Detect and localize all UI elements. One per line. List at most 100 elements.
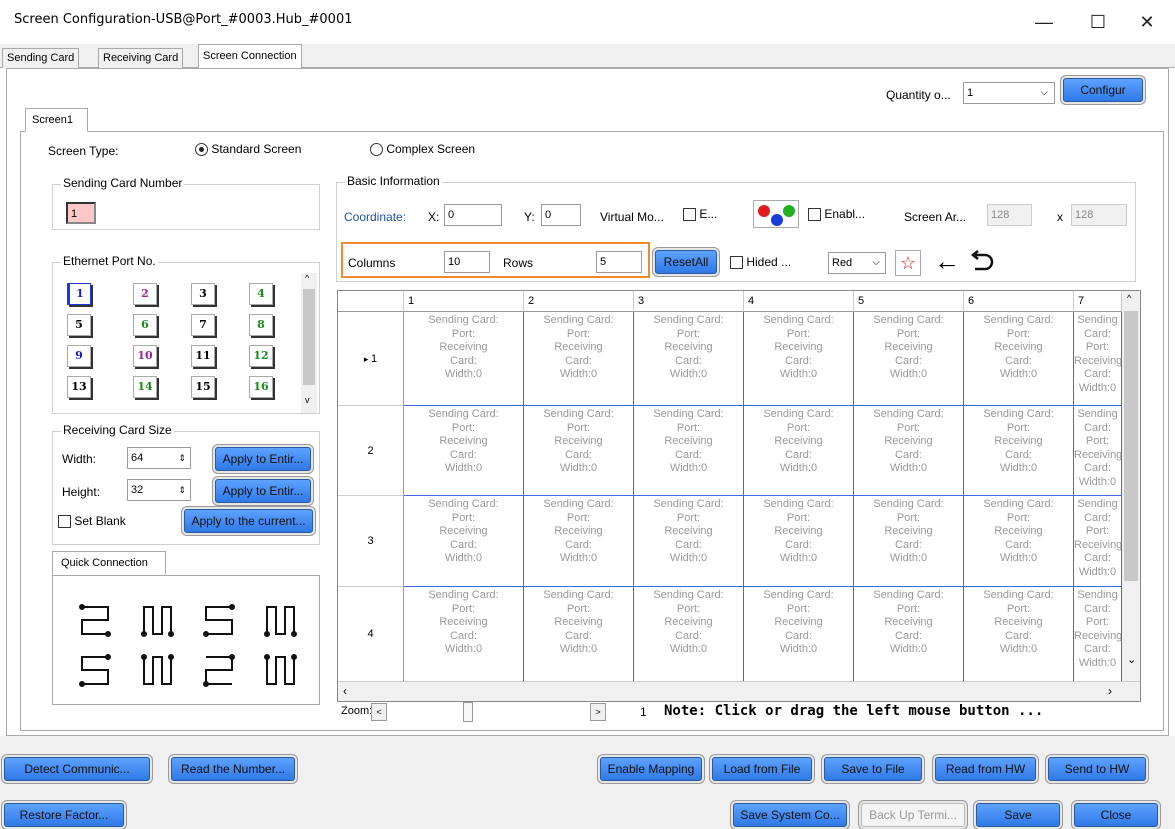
scroll-up-icon[interactable]: ^ xyxy=(305,273,309,283)
grid-cell[interactable]: Sending Card: Port: Receiving Card: Width:0 xyxy=(964,312,1074,406)
tab-screen-connection[interactable]: Screen Connection xyxy=(198,44,302,69)
set-blank-checkbox[interactable]: Set Blank xyxy=(58,514,126,529)
zoom-slider-thumb[interactable] xyxy=(463,702,473,722)
load-from-file-button[interactable]: Load from File xyxy=(712,757,812,781)
maximize-icon[interactable]: ☐ xyxy=(1075,6,1121,38)
scroll-thumb[interactable] xyxy=(1124,311,1138,581)
grid-column-header[interactable]: 6 xyxy=(964,291,1074,312)
ethernet-port-4[interactable]: 4 xyxy=(249,283,273,305)
height-input[interactable]: 32 ⇕ xyxy=(127,479,191,501)
grid-cell[interactable]: Sending Card: Port: Receiving Card: Width:0 xyxy=(744,587,854,682)
ethernet-port-13[interactable]: 13 xyxy=(67,376,91,398)
standard-screen-radio[interactable]: Standard Screen xyxy=(195,142,301,157)
complex-screen-radio[interactable]: Complex Screen xyxy=(370,142,475,157)
detect-communication-button[interactable]: Detect Communic... xyxy=(4,757,150,781)
grid-row-header[interactable]: 2 xyxy=(338,406,404,496)
tab-receiving-card[interactable]: Receiving Card xyxy=(98,48,184,68)
grid-cell[interactable]: Sending Card: Port: Receiving Card: Width:0 xyxy=(854,587,964,682)
ethernet-port-9[interactable]: 9 xyxy=(67,345,91,367)
reset-all-button[interactable]: ResetAll xyxy=(655,250,717,274)
grid-column-header[interactable]: 2 xyxy=(524,291,634,312)
enable-checkbox[interactable]: Enabl... xyxy=(808,207,865,222)
e-checkbox[interactable]: E... xyxy=(683,207,717,222)
restore-factory-button[interactable]: Restore Factor... xyxy=(4,803,124,827)
ethernet-port-10[interactable]: 10 xyxy=(133,345,157,367)
grid-row-header[interactable]: ▸ 1 xyxy=(338,312,404,406)
spinner-icon[interactable]: ⇕ xyxy=(178,480,186,500)
grid-cell[interactable]: Sending Card: Port: Receiving Card: Width:0 xyxy=(964,587,1074,682)
scroll-thumb[interactable] xyxy=(303,289,315,385)
columns-input[interactable]: 10 xyxy=(444,251,490,273)
save-button[interactable]: Save xyxy=(976,803,1060,827)
grid-cell[interactable]: Sending Card: Port: Receiving Card: Width:0 xyxy=(1074,587,1122,682)
close-icon[interactable]: ✕ xyxy=(1124,6,1170,38)
color-dots-icon[interactable] xyxy=(753,200,799,228)
grid-cell[interactable]: Sending Card: Port: Receiving Card: Width:0 xyxy=(634,496,744,587)
grid-cell[interactable]: Sending Card: Port: Receiving Card: Width:0 xyxy=(854,496,964,587)
grid-cell[interactable]: Sending Card: Port: Receiving Card: Width:0 xyxy=(964,406,1074,496)
hided-checkbox[interactable]: Hided ... xyxy=(730,255,791,270)
grid-cell[interactable]: Sending Card: Port: Receiving Card: Width:0 xyxy=(1074,406,1122,496)
tab-screen1[interactable]: Screen1 xyxy=(25,108,88,132)
grid-hscrollbar[interactable]: ‹ › xyxy=(338,681,1140,701)
grid-cell[interactable]: Sending Card: Port: Receiving Card: Width:0 xyxy=(1074,496,1122,587)
grid-column-header[interactable]: 5 xyxy=(854,291,964,312)
grid-cell[interactable]: Sending Card: Port: Receiving Card: Width:0 xyxy=(524,312,634,406)
grid-cell[interactable]: Sending Card: Port: Receiving Card: Width:0 xyxy=(404,312,524,406)
tab-sending-card[interactable]: Sending Card xyxy=(2,48,80,68)
grid-cell[interactable]: Sending Card: Port: Receiving Card: Width:0 xyxy=(634,587,744,682)
grid-cell[interactable]: Sending Card: Port: Receiving Card: Width:0 xyxy=(854,312,964,406)
minimize-icon[interactable]: — xyxy=(1021,6,1067,38)
ethernet-port-5[interactable]: 5 xyxy=(67,314,91,336)
scroll-right-icon[interactable]: › xyxy=(1108,684,1112,698)
grid-row-header[interactable]: 3 xyxy=(338,496,404,587)
grid-column-header[interactable]: 3 xyxy=(634,291,744,312)
grid-column-header[interactable]: 1 xyxy=(404,291,524,312)
x-input[interactable]: 0 xyxy=(444,204,502,226)
grid-cell[interactable]: Sending Card: Port: Receiving Card: Width:0 xyxy=(634,312,744,406)
quantity-select[interactable]: 1 ⌵ xyxy=(963,82,1055,104)
enable-mapping-button[interactable]: Enable Mapping xyxy=(600,757,702,781)
arrow-left-icon[interactable]: ← xyxy=(934,247,960,275)
ethernet-port-3[interactable]: 3 xyxy=(191,283,215,305)
grid-cell[interactable]: Sending Card: Port: Receiving Card: Width:0 xyxy=(1074,312,1122,406)
quick-connection-icons[interactable] xyxy=(53,576,321,706)
apply-width-entire-button[interactable]: Apply to Entir... xyxy=(215,447,311,471)
sending-card-input[interactable]: 1 xyxy=(66,202,96,224)
ethernet-port-14[interactable]: 14 xyxy=(133,376,157,398)
grid-cell[interactable]: Sending Card: Port: Receiving Card: Width:0 xyxy=(524,406,634,496)
ethernet-port-12[interactable]: 12 xyxy=(249,345,273,367)
scroll-down-icon[interactable]: ⌄ xyxy=(1127,653,1136,666)
grid-column-header[interactable]: 7 xyxy=(1074,291,1122,312)
grid-row-header[interactable]: 4 xyxy=(338,587,404,682)
width-input[interactable]: 64 ⇕ xyxy=(127,447,191,469)
zoom-decrease-icon[interactable]: < xyxy=(371,703,387,721)
ethernet-port-15[interactable]: 15 xyxy=(191,376,215,398)
ethernet-port-11[interactable]: 11 xyxy=(191,345,215,367)
scroll-left-icon[interactable]: ‹ xyxy=(343,684,347,698)
grid-cell[interactable]: Sending Card: Port: Receiving Card: Width:0 xyxy=(744,496,854,587)
save-to-file-button[interactable]: Save to File xyxy=(824,757,922,781)
configure-button[interactable]: Configur xyxy=(1063,78,1143,102)
grid-column-header[interactable]: 4 xyxy=(744,291,854,312)
ethernet-port-7[interactable]: 7 xyxy=(191,314,215,336)
quick-connection-tab[interactable]: Quick Connection xyxy=(52,551,166,575)
grid-cell[interactable]: Sending Card: Port: Receiving Card: Width:0 xyxy=(854,406,964,496)
scroll-up-icon[interactable]: ^ xyxy=(1127,293,1131,303)
grid-cell[interactable]: Sending Card: Port: Receiving Card: Width:0 xyxy=(524,587,634,682)
apply-current-button[interactable]: Apply to the current... xyxy=(184,509,313,533)
apply-height-entire-button[interactable]: Apply to Entir... xyxy=(215,479,311,503)
close-button[interactable]: Close xyxy=(1074,803,1158,827)
screen-grid[interactable]: 1 2 3 4 5 6 7 ▸ 1 Sending Card: Port: Receiving Car… xyxy=(337,290,1141,702)
save-system-config-button[interactable]: Save System Co... xyxy=(733,803,847,827)
rows-input[interactable]: 5 xyxy=(596,251,642,273)
read-number-button[interactable]: Read the Number... xyxy=(171,757,295,781)
ethernet-port-8[interactable]: 8 xyxy=(249,314,273,336)
zoom-increase-icon[interactable]: > xyxy=(590,703,606,721)
grid-cell[interactable]: Sending Card: Port: Receiving Card: Width:0 xyxy=(744,406,854,496)
grid-cell[interactable]: Sending Card: Port: Receiving Card: Width:0 xyxy=(744,312,854,406)
grid-cell[interactable]: Sending Card: Port: Receiving Card: Width:0 xyxy=(964,496,1074,587)
y-input[interactable]: 0 xyxy=(541,204,581,226)
read-from-hw-button[interactable]: Read from HW xyxy=(935,757,1036,781)
ethernet-port-2[interactable]: 2 xyxy=(133,283,157,305)
